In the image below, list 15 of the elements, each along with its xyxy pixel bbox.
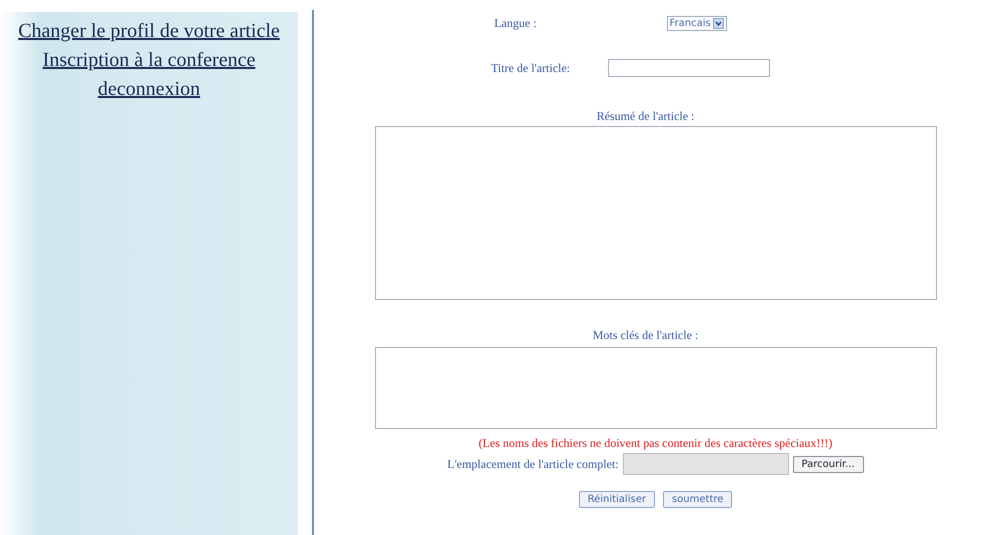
form-button[interactable]: soumettre: [662, 491, 732, 508]
form-button[interactable]: Réinitialiser: [578, 491, 655, 508]
field-label: Résumé de l'article :: [596, 109, 694, 124]
language-select[interactable]: Francais: [666, 16, 727, 31]
sidebar-link[interactable]: Inscription à la conference: [4, 49, 294, 72]
title-input[interactable]: [608, 59, 770, 77]
warning-text: (Les noms des fichiers ne doivent pas contenir des caractères spéciaux!!!): [478, 436, 832, 451]
browse-button[interactable]: Parcourir...: [792, 456, 864, 472]
field-label: Mots clés de l'article :: [592, 328, 698, 343]
keywords-textarea[interactable]: [374, 347, 936, 429]
sidebar-link[interactable]: Changer le profil de votre article: [4, 20, 294, 43]
field-label: Titre de l'article:: [490, 60, 570, 76]
sidebar-link[interactable]: deconnexion: [4, 78, 294, 101]
field-label: L'emplacement de l'article complet:: [447, 456, 619, 472]
field-label: Langue :: [494, 16, 537, 31]
